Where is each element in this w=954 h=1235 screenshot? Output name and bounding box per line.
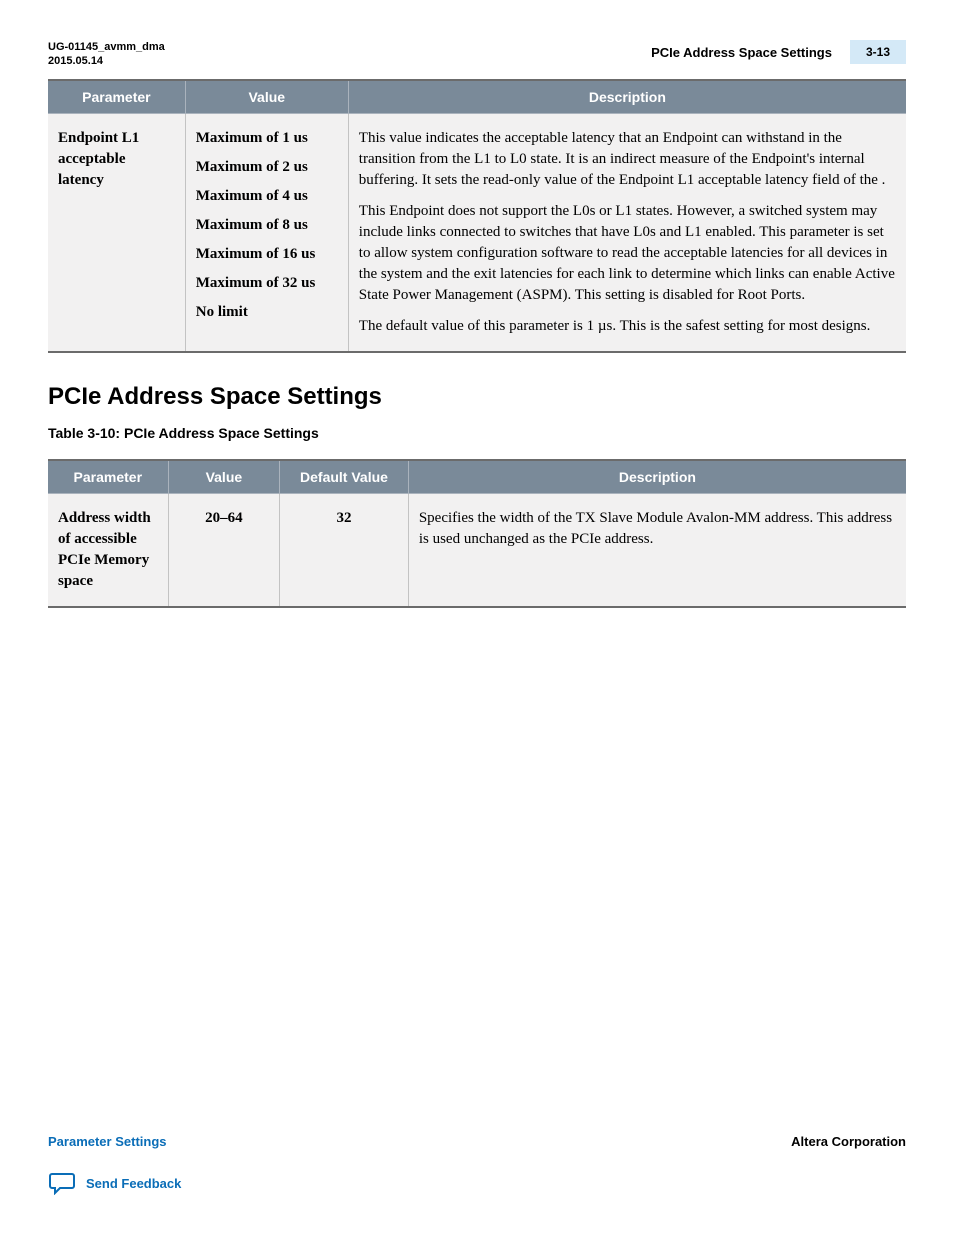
value-option: Maximum of 1 us bbox=[196, 128, 338, 149]
cell-value: Maximum of 1 us Maximum of 2 us Maximum … bbox=[185, 113, 348, 352]
page-footer: Parameter Settings Altera Corporation Se… bbox=[48, 1134, 906, 1195]
footer-top-row: Parameter Settings Altera Corporation bbox=[48, 1134, 906, 1149]
header-doc-info: UG-01145_avmm_dma 2015.05.14 bbox=[48, 40, 165, 69]
latency-table: Parameter Value Description Endpoint L1 … bbox=[48, 79, 906, 353]
value-option: Maximum of 4 us bbox=[196, 186, 338, 207]
cell-value: 20–64 bbox=[168, 493, 280, 607]
feedback-label: Send Feedback bbox=[86, 1176, 181, 1191]
desc-para: This Endpoint does not support the L0s o… bbox=[359, 201, 896, 306]
cell-description: Specifies the width of the TX Slave Modu… bbox=[408, 493, 906, 607]
table-row: Endpoint L1 acceptable latency Maximum o… bbox=[48, 113, 906, 352]
col-header-parameter: Parameter bbox=[48, 460, 168, 494]
cell-description: This value indicates the acceptable late… bbox=[348, 113, 906, 352]
value-list: Maximum of 1 us Maximum of 2 us Maximum … bbox=[196, 128, 338, 323]
desc-para: The default value of this parameter is 1… bbox=[359, 316, 896, 337]
page-header: UG-01145_avmm_dma 2015.05.14 PCIe Addres… bbox=[48, 40, 906, 69]
value-option: Maximum of 8 us bbox=[196, 215, 338, 236]
col-header-default: Default Value bbox=[280, 460, 409, 494]
header-right: PCIe Address Space Settings 3-13 bbox=[651, 40, 906, 64]
speech-bubble-icon bbox=[48, 1171, 76, 1195]
col-header-parameter: Parameter bbox=[48, 80, 185, 114]
table-row: Address width of accessible PCIe Memory … bbox=[48, 493, 906, 607]
header-section-title: PCIe Address Space Settings bbox=[651, 45, 832, 60]
doc-date: 2015.05.14 bbox=[48, 54, 165, 68]
desc-para: This value indicates the acceptable late… bbox=[359, 128, 896, 191]
col-header-description: Description bbox=[408, 460, 906, 494]
col-header-value: Value bbox=[185, 80, 348, 114]
address-space-table: Parameter Value Default Value Descriptio… bbox=[48, 459, 906, 608]
footer-corp: Altera Corporation bbox=[791, 1134, 906, 1149]
cell-parameter: Endpoint L1 acceptable latency bbox=[48, 113, 185, 352]
page-number: 3-13 bbox=[850, 40, 906, 64]
value-option: Maximum of 16 us bbox=[196, 244, 338, 265]
value-option: Maximum of 2 us bbox=[196, 157, 338, 178]
value-option: No limit bbox=[196, 302, 338, 323]
footer-section-link[interactable]: Parameter Settings bbox=[48, 1134, 167, 1149]
table-header-row: Parameter Value Default Value Descriptio… bbox=[48, 460, 906, 494]
col-header-description: Description bbox=[348, 80, 906, 114]
value-option: Maximum of 32 us bbox=[196, 273, 338, 294]
cell-parameter: Address width of accessible PCIe Memory … bbox=[48, 493, 168, 607]
send-feedback-link[interactable]: Send Feedback bbox=[48, 1171, 906, 1195]
table-caption: Table 3-10: PCIe Address Space Settings bbox=[48, 425, 906, 441]
doc-id: UG-01145_avmm_dma bbox=[48, 40, 165, 54]
col-header-value: Value bbox=[168, 460, 280, 494]
table-header-row: Parameter Value Description bbox=[48, 80, 906, 114]
cell-default: 32 bbox=[280, 493, 409, 607]
section-heading: PCIe Address Space Settings bbox=[48, 383, 906, 411]
